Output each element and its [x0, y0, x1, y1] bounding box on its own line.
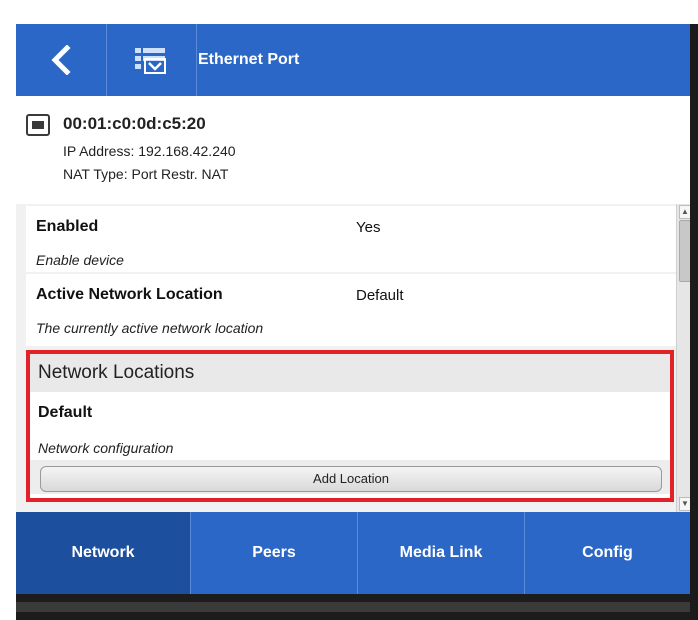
device-bottom-bezel — [16, 594, 690, 620]
scroll-up-icon[interactable]: ▲ — [679, 205, 690, 219]
tab-config[interactable]: Config — [525, 512, 690, 594]
section-title: Network Locations — [38, 362, 195, 383]
screen-left-margin — [0, 24, 16, 620]
add-location-button[interactable]: Add Location — [40, 466, 662, 492]
section-header: Network Locations — [30, 354, 670, 392]
ethernet-port-icon — [26, 114, 50, 136]
network-list-icon — [135, 48, 166, 74]
setting-description: The currently active network location — [36, 320, 264, 336]
add-location-row: Add Location — [30, 460, 670, 494]
header-bar: Ethernet Port — [16, 24, 690, 96]
tab-label: Network — [71, 544, 135, 561]
location-item-default[interactable]: Default — [38, 404, 92, 422]
device-bezel — [690, 24, 698, 620]
chevron-left-icon — [51, 45, 71, 75]
settings-list[interactable]: Enabled Yes Enable device Active Network… — [16, 204, 690, 512]
setting-title: Active Network Location — [36, 286, 223, 303]
tab-label: Peers — [252, 544, 296, 561]
setting-row-enabled[interactable]: Enabled Yes Enable device — [26, 206, 676, 272]
setting-title: Enabled — [36, 218, 99, 235]
setting-value[interactable]: Yes — [356, 219, 380, 236]
tab-peers[interactable]: Peers — [191, 512, 358, 594]
tab-label: Media Link — [399, 544, 483, 561]
network-list-button[interactable] — [106, 24, 197, 96]
page-title: Ethernet Port — [198, 51, 300, 68]
ethernet-port-screen: Ethernet Port 00:01:c0:0d:c5:20 IP Addre… — [16, 24, 690, 620]
setting-description: Enable device — [36, 252, 124, 268]
scrollbar-thumb[interactable] — [679, 220, 690, 282]
tab-label: Config — [582, 544, 633, 561]
screen-top-margin — [0, 0, 698, 24]
setting-row-active-network-location[interactable]: Active Network Location Default The curr… — [26, 274, 676, 346]
setting-value[interactable]: Default — [356, 287, 404, 304]
tab-media-link[interactable]: Media Link — [358, 512, 525, 594]
device-ip-address: IP Address: 192.168.42.240 — [63, 143, 236, 159]
network-locations-section: Network Locations Default Network config… — [26, 350, 674, 502]
vertical-scrollbar[interactable]: ▲ ▼ — [676, 204, 690, 512]
device-summary: 00:01:c0:0d:c5:20 IP Address: 192.168.42… — [16, 96, 690, 204]
back-button[interactable] — [16, 24, 107, 96]
tab-network[interactable]: Network — [16, 512, 191, 594]
location-description: Network configuration — [38, 440, 174, 456]
bottom-tab-bar: Network Peers Media Link Config — [16, 512, 690, 594]
device-mac-address: 00:01:c0:0d:c5:20 — [63, 114, 206, 133]
device-nat-type: NAT Type: Port Restr. NAT — [63, 166, 229, 182]
scroll-down-icon[interactable]: ▼ — [679, 497, 690, 511]
